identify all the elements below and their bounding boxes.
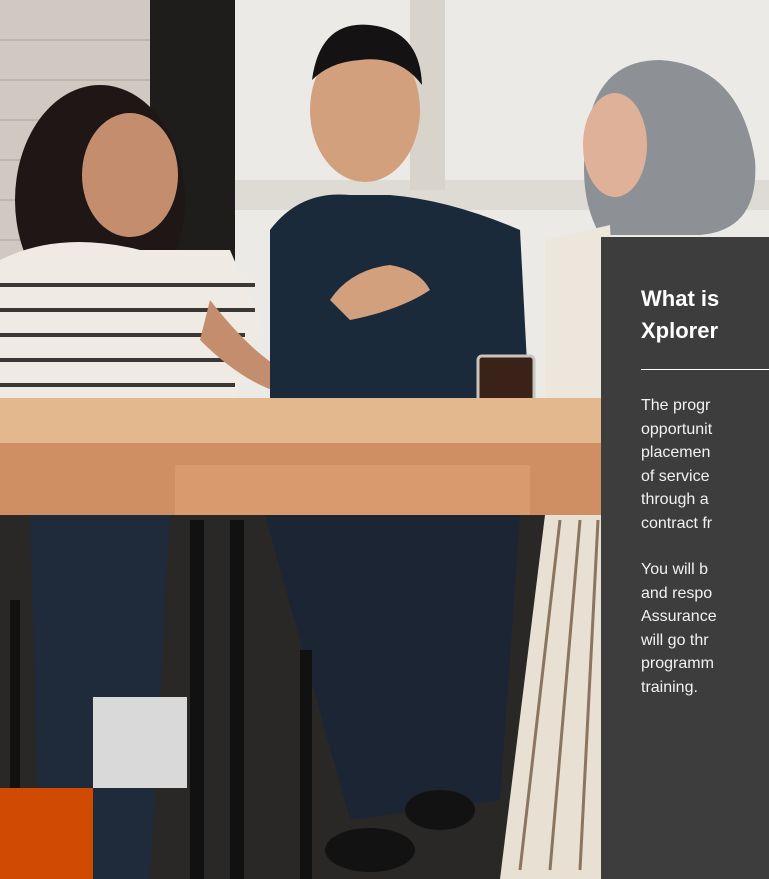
card-title-line: Xplorer	[641, 318, 719, 343]
info-card: What is Xplorer The progr opportunit pla…	[601, 237, 769, 879]
card-title: What is Xplorer	[641, 283, 769, 347]
paragraph-line: will go thr	[641, 631, 709, 649]
paragraph-line: programm	[641, 655, 714, 672]
paragraph-line: contract fr	[641, 514, 713, 532]
paragraph-line: Assurance	[641, 608, 717, 625]
paragraph-line: through a	[641, 491, 709, 508]
paragraph-line: The progr	[641, 397, 711, 414]
paragraph-line: opportunit	[641, 420, 713, 438]
info-card-content: What is Xplorer The progr opportunit pla…	[641, 283, 769, 699]
paragraph-line: and respo	[641, 584, 713, 602]
paragraph-line: You will b	[641, 561, 709, 578]
paragraph-line: of service	[641, 467, 710, 485]
paragraph-line: training.	[641, 678, 698, 696]
card-paragraph-1: The progr opportunit placemen of service…	[641, 394, 769, 535]
card-divider	[641, 369, 769, 370]
card-paragraph-2: You will b and respo Assurance will go t…	[641, 558, 769, 699]
card-title-line: What is	[641, 286, 720, 311]
paragraph-line: placemen	[641, 444, 711, 461]
decorative-orange-square	[0, 788, 93, 879]
decorative-gray-square	[93, 697, 187, 788]
